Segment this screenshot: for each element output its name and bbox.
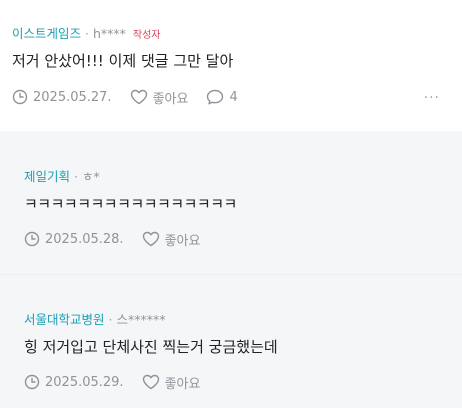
clock-icon (24, 374, 40, 390)
date-text: 2025.05.28. (45, 231, 124, 247)
speech-bubble-icon (207, 89, 224, 105)
comment-actions: 2025.05.29. 좋아요 (24, 373, 218, 392)
comment-author[interactable]: 이스트게임즈 (12, 26, 81, 41)
heart-icon (130, 89, 147, 105)
comment-user: ㅎ* (81, 169, 100, 184)
reply-button[interactable]: 4 (206, 89, 238, 105)
writer-badge: 작성자 (132, 30, 161, 41)
comment-meta: 이스트게임즈 · h**** 작성자 (12, 26, 161, 44)
comment-date: 2025.05.29. (24, 374, 124, 390)
comment-text: 저거 안샀어!!! 이제 댓글 그만 달아 (12, 52, 234, 70)
comment-actions: 2025.05.27. 좋아요 4 (12, 88, 256, 107)
like-button[interactable]: 좋아요 (142, 230, 201, 249)
comment-meta: 제일기획 · ㅎ* (24, 169, 100, 185)
more-icon[interactable]: ··· (424, 90, 440, 106)
clock-icon (24, 231, 40, 247)
comment-meta: 서울대학교병원 · 스****** (24, 312, 165, 328)
comment-item: 이스트게임즈 · h**** 작성자 저거 안샀어!!! 이제 댓글 그만 달아… (0, 0, 462, 131)
comment-author[interactable]: 제일기획 (24, 169, 70, 184)
comment-actions: 2025.05.28. 좋아요 (24, 230, 218, 249)
date-text: 2025.05.29. (45, 374, 124, 390)
meta-separator: · (85, 26, 89, 41)
heart-icon (142, 231, 159, 247)
like-label: 좋아요 (164, 376, 201, 392)
comment-date: 2025.05.28. (24, 231, 124, 247)
comment-text: ㅋㅋㅋㅋㅋㅋㅋㅋㅋㅋㅋㅋㅋㅋㅋㅋ (24, 195, 237, 213)
reply-count: 4 (229, 89, 238, 105)
comment-item: 서울대학교병원 · 스****** 힝 저거입고 단체사진 찍는거 궁금했는데 … (0, 274, 462, 408)
clock-icon (12, 89, 28, 105)
comment-author[interactable]: 서울대학교병원 (24, 312, 105, 327)
comment-user: h**** (92, 26, 126, 41)
meta-separator: · (108, 312, 113, 327)
comment-item: 제일기획 · ㅎ* ㅋㅋㅋㅋㅋㅋㅋㅋㅋㅋㅋㅋㅋㅋㅋㅋ 2025.05.28. 좋… (0, 131, 462, 274)
meta-separator: · (74, 169, 78, 184)
like-label: 좋아요 (164, 233, 201, 249)
like-button[interactable]: 좋아요 (130, 88, 189, 107)
like-label: 좋아요 (152, 91, 189, 107)
date-text: 2025.05.27. (33, 89, 112, 105)
like-button[interactable]: 좋아요 (142, 373, 201, 392)
comment-user: 스****** (116, 312, 166, 327)
heart-icon (142, 374, 159, 390)
comment-text: 힝 저거입고 단체사진 찍는거 궁금했는데 (24, 338, 278, 356)
comment-date: 2025.05.27. (12, 89, 112, 105)
